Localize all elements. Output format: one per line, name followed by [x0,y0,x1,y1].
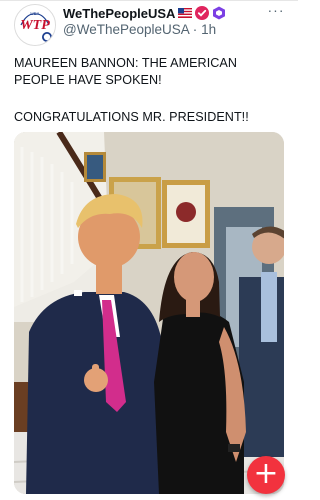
author-name-row[interactable]: WeThePeopleUSA [63,4,226,22]
purple-hexagon-icon [212,6,226,20]
separator-dot: · [192,22,198,37]
compose-fab-button[interactable]: + [247,456,285,494]
post-text-line-3: CONGRATULATIONS MR. PRESIDENT!! [14,110,249,124]
us-flag-icon [178,8,193,18]
svg-text:WTP: WTP [20,18,50,33]
top-divider [0,0,298,1]
author-handle-row: @WeThePeopleUSA · 1h [63,22,216,37]
post-text-line-2: PEOPLE HAVE SPOKEN! [14,73,162,87]
post-photo[interactable] [14,132,284,494]
avatar[interactable]: WTP USA [14,4,56,46]
author-display-name[interactable]: WeThePeopleUSA [63,6,175,21]
svg-text:USA: USA [30,11,39,16]
more-options-button[interactable]: ··· [264,3,288,19]
red-verified-icon [195,6,210,20]
photo-scene [14,132,284,494]
wtp-logo-icon: WTP USA [15,5,55,45]
post-text-line-1: MAUREEN BANNON: THE AMERICAN [14,56,237,70]
author-handle[interactable]: @WeThePeopleUSA [63,22,189,37]
post-time[interactable]: 1h [201,22,216,37]
